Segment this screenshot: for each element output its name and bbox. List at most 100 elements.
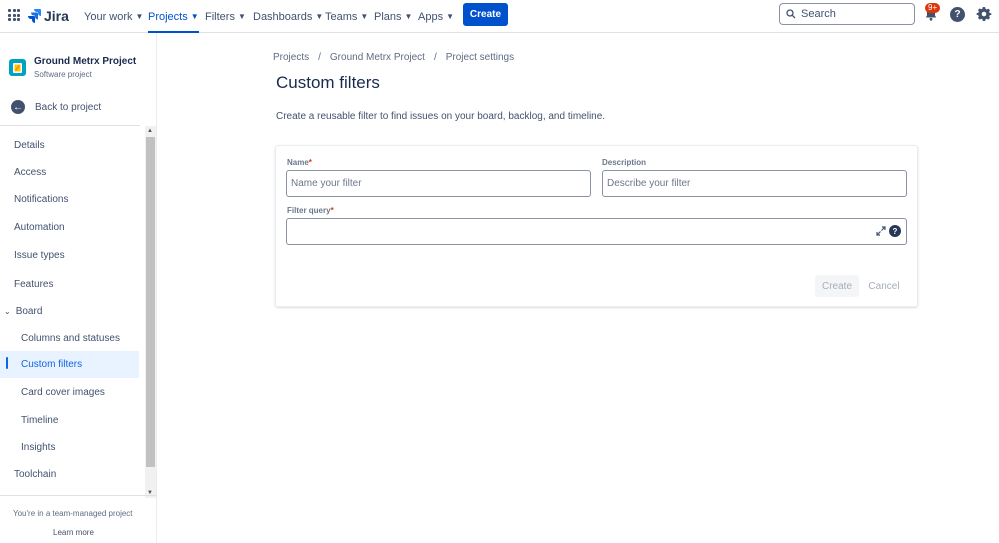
create-filter-button[interactable]: Create xyxy=(815,275,859,297)
project-avatar xyxy=(9,59,26,76)
filter-query-field[interactable]: ? xyxy=(286,218,907,245)
back-label: Back to project xyxy=(35,101,102,113)
sidebar-scrollbar[interactable]: ▲ ▼ xyxy=(145,126,156,498)
sidebar-item-automation[interactable]: Automation xyxy=(0,215,139,239)
sidebar-item-label: Notifications xyxy=(14,193,69,205)
project-notebook-icon xyxy=(13,62,22,73)
description-field[interactable] xyxy=(602,170,907,197)
page-title: Custom filters xyxy=(276,73,380,92)
sidebar-item-label: Toolchain xyxy=(14,468,57,480)
nav-label: Apps xyxy=(418,10,444,23)
jira-logo[interactable]: Jira xyxy=(28,7,69,25)
nav-label: Filters xyxy=(205,10,235,23)
help-question-icon[interactable]: ? xyxy=(889,225,901,237)
required-marker: * xyxy=(308,158,312,167)
sidebar-item-toolchain[interactable]: Toolchain xyxy=(0,462,139,486)
description-label: Description xyxy=(602,158,647,167)
chevron-down-icon: ▼ xyxy=(404,12,413,21)
nav-label: Projects xyxy=(148,10,188,23)
nav-dashboards[interactable]: Dashboards ▼ xyxy=(253,0,323,33)
app-switcher-icon[interactable] xyxy=(8,9,20,21)
description-input[interactable] xyxy=(603,171,906,196)
filter-query-label-text: Filter query xyxy=(287,206,331,215)
cancel-button[interactable]: Cancel xyxy=(863,275,905,297)
team-managed-note: You're in a team-managed project xyxy=(13,509,133,518)
scrollbar-thumb[interactable] xyxy=(146,137,155,467)
sidebar-item-label: Timeline xyxy=(21,414,59,426)
learn-more-link[interactable]: Learn more xyxy=(53,528,94,537)
search-icon xyxy=(786,9,796,19)
chevron-down-icon: ⌄ xyxy=(4,306,11,316)
sidebar-item-custom-filters[interactable]: Custom filters xyxy=(0,351,139,378)
breadcrumb: Projects / Ground Metrx Project / Projec… xyxy=(273,52,514,63)
sidebar-item-label: Details xyxy=(14,139,45,151)
sidebar-item-issue-types[interactable]: Issue types xyxy=(0,243,139,267)
search-input[interactable] xyxy=(801,8,901,20)
page-description: Create a reusable filter to find issues … xyxy=(276,111,606,122)
sidebar-item-label: Issue types xyxy=(14,249,65,261)
sidebar-footer-divider xyxy=(0,495,157,496)
chevron-down-icon: ▼ xyxy=(446,12,454,21)
chevron-down-icon: ▼ xyxy=(135,12,144,21)
chevron-down-icon: ▼ xyxy=(360,12,369,21)
name-label-text: Name xyxy=(287,158,309,167)
search-box[interactable] xyxy=(779,3,915,25)
nav-label: Dashboards xyxy=(253,10,313,23)
breadcrumb-projects[interactable]: Projects xyxy=(273,52,309,63)
nav-label: Teams xyxy=(325,10,358,23)
sidebar-item-label: Insights xyxy=(21,441,56,453)
breadcrumb-separator: / xyxy=(433,52,437,63)
sidebar-item-timeline[interactable]: Timeline xyxy=(0,408,139,432)
sidebar-item-columns-and-statuses[interactable]: Columns and statuses xyxy=(0,326,139,350)
sidebar-divider xyxy=(0,125,140,126)
gear-icon[interactable] xyxy=(976,6,992,22)
sidebar-item-board[interactable]: ⌄ Board xyxy=(0,299,139,323)
expand-icon[interactable] xyxy=(876,226,886,236)
create-button[interactable]: Create xyxy=(463,3,508,26)
name-label: Name* xyxy=(287,158,312,167)
notification-badge: 9+ xyxy=(925,3,941,13)
chevron-down-icon: ▼ xyxy=(237,12,246,21)
filter-query-input[interactable] xyxy=(287,219,906,244)
help-icon[interactable]: ? xyxy=(950,7,965,22)
project-type: Software project xyxy=(34,70,92,79)
nav-label: Plans xyxy=(374,10,402,23)
sidebar-item-label: Features xyxy=(14,278,54,290)
top-navigation: Jira Your work ▼ Projects ▼ Filters ▼ Dashb… xyxy=(0,0,999,33)
name-input[interactable] xyxy=(287,171,590,196)
breadcrumb-project[interactable]: Ground Metrx Project xyxy=(330,52,425,63)
name-field[interactable] xyxy=(286,170,591,197)
sidebar-item-label: Card cover images xyxy=(21,386,105,398)
sidebar-item-details[interactable]: Details xyxy=(0,133,139,157)
nav-your-work[interactable]: Your work ▼ xyxy=(84,0,143,33)
sidebar-item-features[interactable]: Features xyxy=(0,272,139,296)
logo-text: Jira xyxy=(44,8,69,24)
breadcrumb-project-settings[interactable]: Project settings xyxy=(446,52,514,63)
nav-teams[interactable]: Teams ▼ xyxy=(325,0,368,33)
nav-plans[interactable]: Plans ▼ xyxy=(374,0,412,33)
filter-query-label: Filter query* xyxy=(287,206,334,215)
sidebar-item-label: Columns and statuses xyxy=(21,332,120,344)
breadcrumb-separator: / xyxy=(318,52,321,63)
chevron-down-icon: ▼ xyxy=(190,12,199,21)
project-sidebar: Ground Metrx Project Software project ← … xyxy=(0,33,157,543)
sidebar-item-label: Access xyxy=(14,166,47,178)
sidebar-item-access[interactable]: Access xyxy=(0,160,139,184)
nav-label: Your work xyxy=(84,10,133,23)
project-name: Ground Metrx Project xyxy=(34,56,137,67)
nav-filters[interactable]: Filters ▼ xyxy=(205,0,246,33)
chevron-down-icon: ▼ xyxy=(315,12,324,21)
nav-apps[interactable]: Apps ▼ xyxy=(418,0,454,33)
sidebar-item-label: Custom filters xyxy=(21,359,83,370)
sidebar-item-card-cover-images[interactable]: Card cover images xyxy=(0,380,139,404)
scroll-up-icon[interactable]: ▲ xyxy=(147,128,153,134)
jira-logo-icon xyxy=(28,9,41,23)
back-to-project-link[interactable]: ← Back to project xyxy=(11,100,101,114)
sidebar-item-notifications[interactable]: Notifications xyxy=(0,187,139,211)
sidebar-item-label: Automation xyxy=(14,221,65,233)
sidebar-item-insights[interactable]: Insights xyxy=(0,435,139,459)
sidebar-item-label: Board xyxy=(15,305,43,317)
required-marker: * xyxy=(330,206,334,215)
nav-projects[interactable]: Projects ▼ xyxy=(148,0,199,33)
arrow-left-icon: ← xyxy=(11,100,25,114)
